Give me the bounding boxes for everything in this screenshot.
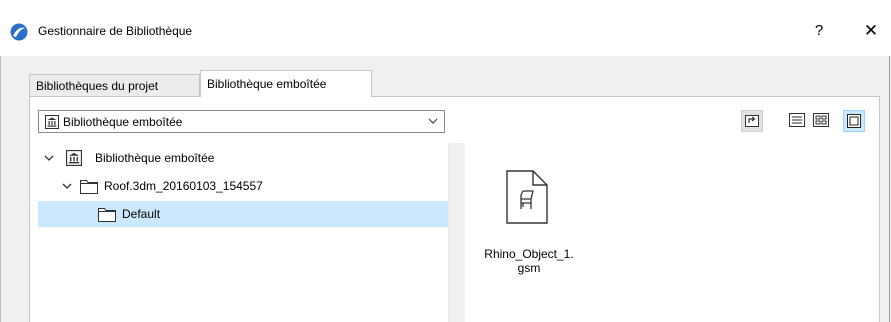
- library-select[interactable]: Bibliothèque emboîtée: [38, 110, 445, 133]
- tree-item-embedded-library[interactable]: Bibliothèque emboîtée: [38, 145, 448, 171]
- file-name-line2: gsm: [517, 261, 541, 275]
- file-name: Rhino_Object_1. gsm: [465, 247, 593, 275]
- help-button[interactable]: ?: [808, 20, 830, 42]
- chevron-down-icon[interactable]: [62, 181, 72, 191]
- window-title: Gestionnaire de Bibliothèque: [38, 24, 193, 38]
- folder-tree: Bibliothèque emboîtée Roof.3dm_20160103_…: [38, 143, 448, 322]
- tab-project-libraries[interactable]: Bibliothèques du projet: [29, 74, 200, 96]
- file-browser: Rhino_Object_1. gsm: [465, 143, 873, 322]
- parent-folder-button[interactable]: [741, 110, 763, 132]
- library-select-value: Bibliothèque emboîtée: [63, 115, 183, 129]
- chevron-down-icon[interactable]: [44, 153, 54, 163]
- folder-icon: [80, 180, 98, 194]
- folder-up-icon: [745, 115, 759, 127]
- close-button[interactable]: ✕: [860, 20, 882, 42]
- library-icon: [45, 115, 59, 129]
- window-border-right: [889, 56, 890, 322]
- large-icon-view-icon: [847, 114, 861, 128]
- list-view-icon: [789, 113, 805, 127]
- large-icons-view-button[interactable]: [843, 110, 865, 132]
- chevron-down-icon: [428, 118, 438, 124]
- tree-item-label: Default: [122, 207, 161, 221]
- folder-icon: [98, 208, 116, 222]
- pane-splitter[interactable]: [448, 143, 465, 322]
- small-icons-view-button[interactable]: [810, 110, 832, 132]
- tree-item-label: Bibliothèque emboîtée: [95, 151, 215, 165]
- list-view-button[interactable]: [786, 110, 808, 132]
- file-name-line1: Rhino_Object_1.: [484, 247, 574, 261]
- archicad-logo-icon: [10, 23, 28, 41]
- tree-item-label: Roof.3dm_20160103_154557: [104, 179, 263, 193]
- tree-item-default-folder[interactable]: Default: [38, 201, 448, 227]
- library-icon: [66, 150, 82, 166]
- window-border-left: [0, 56, 1, 322]
- file-item[interactable]: Rhino_Object_1. gsm: [465, 155, 615, 295]
- tree-item-roof-folder[interactable]: Roof.3dm_20160103_154557: [38, 173, 448, 199]
- tab-embedded-library[interactable]: Bibliothèque emboîtée: [200, 70, 372, 97]
- grid-view-icon: [813, 113, 829, 127]
- gsm-object-file-icon: [506, 170, 548, 224]
- title-bar: Gestionnaire de Bibliothèque ? ✕: [0, 0, 891, 56]
